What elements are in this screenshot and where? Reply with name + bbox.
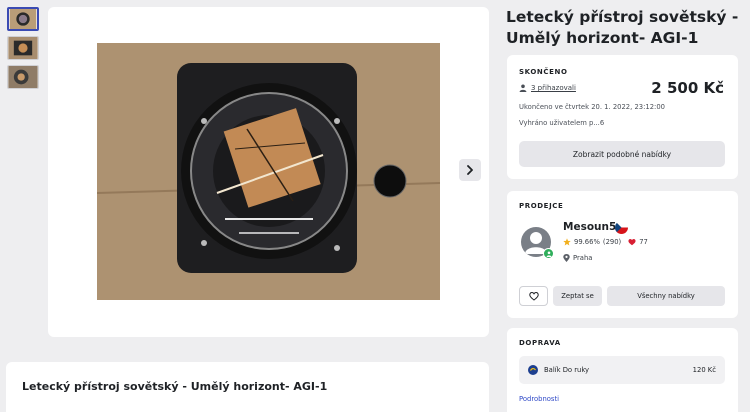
hearts-count: 77: [639, 238, 648, 246]
thumbnail-2[interactable]: [7, 36, 39, 60]
page-title: Letecký přístroj sovětský - Umělý horizo…: [506, 8, 739, 47]
star-icon: [563, 238, 571, 246]
heart-outline-icon: [528, 291, 539, 301]
shipping-method: Balík Do ruky: [544, 366, 590, 374]
czech-flag-icon: [615, 221, 628, 234]
verified-badge: [543, 248, 554, 259]
seller-name[interactable]: Mesoun5: [563, 221, 616, 233]
rating-count: (290): [602, 238, 622, 246]
person-icon: [546, 251, 551, 257]
thumbnail-strip: [7, 7, 39, 94]
image-gallery: [48, 7, 489, 337]
user-icon: [519, 84, 527, 92]
seller-rating: 99.66% (290) 77: [563, 238, 648, 246]
ended-text: Ukončeno ve čtvrtek 20. 1. 2022, 23:12:0…: [519, 103, 665, 111]
city-name: Praha: [573, 254, 593, 262]
status-label: SKONČENO: [519, 68, 568, 76]
chevron-right-icon: [467, 165, 473, 175]
auction-status-card: SKONČENO 3 přihazovali 2 500 Kč Ukončeno…: [507, 55, 738, 179]
seller-label: PRODEJCE: [519, 202, 564, 210]
description-card: Letecký přístroj sovětský - Umělý horizo…: [6, 362, 489, 412]
shipping-card: DOPRAVA Balík Do ruky 120 Kč Podrobnosti: [507, 328, 738, 412]
location-pin-icon: [563, 254, 570, 262]
bidders-link[interactable]: 3 přihazovali: [531, 84, 576, 92]
winner-text: Vyhráno uživatelem p...6: [519, 119, 605, 127]
ask-seller-button[interactable]: Zeptat se: [553, 286, 602, 306]
carrier-logo-icon: [528, 365, 538, 375]
seller-location: Praha: [563, 254, 592, 262]
favorite-seller-button[interactable]: [519, 286, 548, 306]
rating-percent: 99.66%: [574, 238, 600, 246]
thumbnail-1[interactable]: [7, 7, 39, 31]
product-photo[interactable]: [97, 43, 440, 300]
thumbnail-3[interactable]: [7, 65, 39, 89]
next-image-button[interactable]: [459, 159, 481, 181]
bidders: 3 přihazovali: [519, 84, 576, 92]
shipping-option: Balík Do ruky 120 Kč: [519, 356, 725, 384]
description-title: Letecký přístroj sovětský - Umělý horizo…: [22, 380, 328, 393]
seller-card: PRODEJCE Mesoun5 99.66% (290) 77 Praha Z…: [507, 191, 738, 318]
shipping-price: 120 Kč: [692, 366, 716, 374]
shipping-details-link[interactable]: Podrobnosti: [519, 395, 559, 403]
shipping-label: DOPRAVA: [519, 339, 561, 347]
show-similar-button[interactable]: Zobrazit podobné nabídky: [519, 141, 725, 167]
all-offers-button[interactable]: Všechny nabídky: [607, 286, 725, 306]
final-price: 2 500 Kč: [651, 79, 724, 97]
heart-icon: [628, 239, 636, 246]
